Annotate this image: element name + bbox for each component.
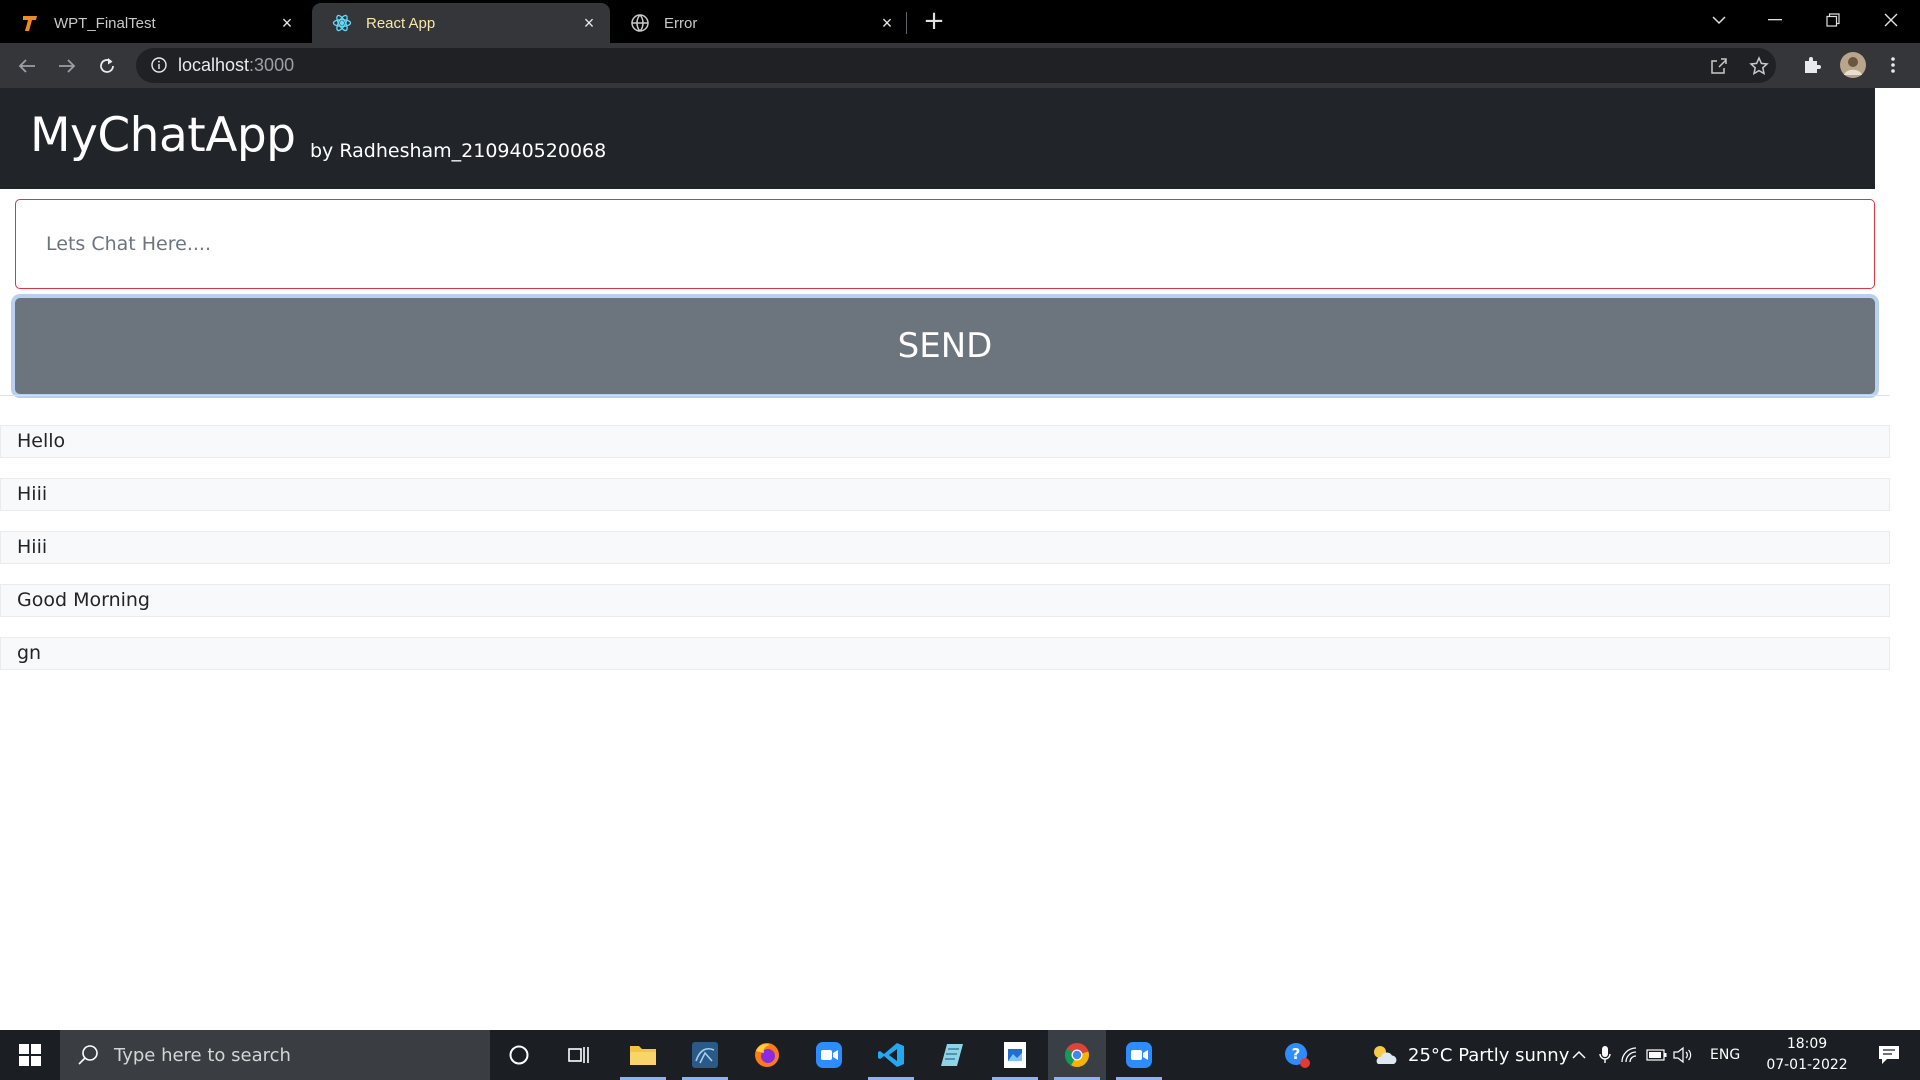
- react-icon: [332, 13, 352, 33]
- url-text: localhost:3000: [178, 55, 294, 76]
- tab-react-app[interactable]: React App ×: [312, 3, 610, 43]
- svg-text:?: ?: [1292, 1045, 1301, 1063]
- browser-tab-strip: WPT_FinalTest × React App × Error × +: [0, 0, 1920, 43]
- windows-start-icon[interactable]: [0, 1030, 60, 1080]
- message-item: gn: [0, 637, 1890, 670]
- clock-time: 18:09: [1786, 1036, 1828, 1052]
- search-icon: [76, 1043, 100, 1067]
- share-icon[interactable]: [1709, 56, 1729, 76]
- back-arrow-icon[interactable]: [12, 51, 42, 81]
- close-tab-icon[interactable]: ×: [278, 13, 296, 33]
- profile-avatar[interactable]: [1840, 52, 1866, 78]
- taskbar-clock[interactable]: 18:09 07-01-2022: [1760, 1034, 1854, 1076]
- close-window-icon[interactable]: [1868, 0, 1914, 40]
- tab-title: React App: [366, 14, 436, 32]
- app-title: MyChatApp: [30, 108, 296, 163]
- bookmark-star-icon[interactable]: [1749, 56, 1769, 76]
- battery-icon[interactable]: [1644, 1030, 1670, 1080]
- tab-error[interactable]: Error ×: [610, 3, 908, 43]
- extensions-puzzle-icon[interactable]: [1799, 52, 1825, 78]
- weather-widget[interactable]: 25°C Partly sunny: [1370, 1030, 1569, 1080]
- message-item: Hello: [0, 425, 1890, 458]
- app-subtitle: by Radhesham_210940520068: [310, 140, 607, 162]
- url-host: localhost: [178, 55, 250, 75]
- tab-wpt-finaltest[interactable]: WPT_FinalTest ×: [0, 3, 308, 43]
- url-port: :3000: [249, 55, 295, 75]
- firefox-icon[interactable]: [738, 1030, 796, 1080]
- minimize-icon[interactable]: [1752, 0, 1798, 40]
- message-item: Hiii: [0, 531, 1890, 564]
- new-tab-icon[interactable]: +: [920, 8, 948, 36]
- wifi-icon[interactable]: [1618, 1030, 1644, 1080]
- weather-text: 25°C Partly sunny: [1408, 1044, 1570, 1066]
- tab-title: WPT_FinalTest: [54, 14, 156, 32]
- tab-search-chevron-icon[interactable]: [1696, 0, 1742, 40]
- divider: [0, 395, 1890, 396]
- notepad-icon[interactable]: [924, 1030, 982, 1080]
- globe-icon: [630, 13, 650, 33]
- t-logo-icon: [20, 13, 40, 33]
- paint-icon[interactable]: [986, 1030, 1044, 1080]
- more-menu-icon[interactable]: [1880, 52, 1906, 78]
- clock-date: 07-01-2022: [1766, 1057, 1848, 1073]
- cortana-icon[interactable]: [490, 1030, 548, 1080]
- vscode-icon[interactable]: [862, 1030, 920, 1080]
- chrome-icon[interactable]: [1048, 1030, 1106, 1080]
- windows-taskbar: Type here to search ? 25°C Partly sunny …: [0, 1030, 1920, 1080]
- tab-separator: [906, 12, 907, 34]
- app-navbar: MyChatApp by Radhesham_210940520068: [0, 88, 1875, 189]
- message-list: Hello Hiii Hiii Good Morning gn: [0, 425, 1890, 690]
- browser-toolbar: localhost:3000: [0, 43, 1920, 88]
- zoom-icon[interactable]: [800, 1030, 858, 1080]
- sql-workbench-icon[interactable]: [676, 1030, 734, 1080]
- taskbar-search-box[interactable]: Type here to search: [60, 1030, 490, 1080]
- volume-icon[interactable]: [1670, 1030, 1696, 1080]
- notification-center-icon[interactable]: [1864, 1030, 1914, 1080]
- language-indicator[interactable]: ENG: [1710, 1047, 1740, 1063]
- address-bar[interactable]: localhost:3000: [136, 48, 1776, 83]
- search-placeholder: Type here to search: [114, 1044, 291, 1066]
- forward-arrow-icon[interactable]: [52, 51, 82, 81]
- system-tray: ENG: [1566, 1030, 1740, 1080]
- task-view-icon[interactable]: [550, 1030, 608, 1080]
- send-button[interactable]: SEND: [15, 298, 1875, 394]
- partly-sunny-icon: [1370, 1043, 1398, 1067]
- close-tab-icon[interactable]: ×: [580, 13, 598, 33]
- chat-message-input[interactable]: [15, 199, 1875, 289]
- tab-title: Error: [664, 14, 698, 32]
- message-item: Good Morning: [0, 584, 1890, 617]
- zoom-meeting-icon[interactable]: [1110, 1030, 1168, 1080]
- site-info-icon[interactable]: [150, 56, 168, 74]
- microphone-icon[interactable]: [1592, 1030, 1618, 1080]
- web-page: MyChatApp by Radhesham_210940520068 SEND…: [0, 88, 1920, 1030]
- close-tab-icon[interactable]: ×: [878, 13, 896, 33]
- chevron-up-icon[interactable]: [1566, 1030, 1592, 1080]
- restore-icon[interactable]: [1810, 0, 1856, 40]
- file-explorer-icon[interactable]: [614, 1030, 672, 1080]
- reload-icon[interactable]: [92, 51, 122, 81]
- message-item: Hiii: [0, 478, 1890, 511]
- help-icon[interactable]: ?: [1268, 1030, 1326, 1080]
